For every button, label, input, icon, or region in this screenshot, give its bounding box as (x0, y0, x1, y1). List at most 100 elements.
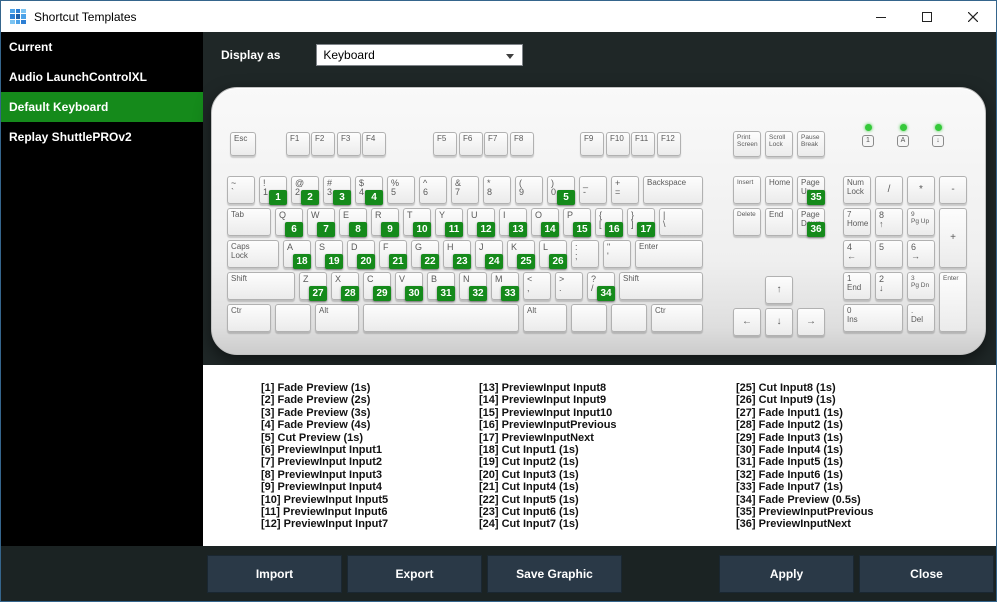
keyboard-key-7[interactable]: & 7 (451, 176, 479, 204)
keyboard-key-home[interactable]: Home (765, 176, 793, 204)
keyboard-key-enter[interactable]: Enter (939, 272, 967, 332)
keyboard-key-0-ins[interactable]: 0 Ins (843, 304, 903, 332)
keyboard-key-alt[interactable]: Alt (523, 304, 567, 332)
keyboard-key-[interactable]: → (797, 308, 825, 336)
keyboard-key-z[interactable]: Z 27 (299, 272, 327, 301)
keyboard-key-shift[interactable]: Shift (619, 272, 703, 300)
keyboard-key-f4[interactable]: F4 (362, 132, 386, 156)
keyboard-key-[interactable]: - (939, 176, 967, 204)
keyboard-key-y[interactable]: Y 11 (435, 208, 463, 237)
keyboard-key-0[interactable]: ) 05 (547, 176, 575, 205)
keyboard-key-6[interactable]: 6 → (907, 240, 935, 268)
keyboard-key-backspace[interactable]: Backspace (643, 176, 703, 204)
keyboard-key-num-lock[interactable]: Num Lock (843, 176, 871, 204)
keyboard-key-9[interactable]: ( 9 (515, 176, 543, 204)
keyboard-key-w[interactable]: W7 (307, 208, 335, 237)
keyboard-key-v[interactable]: V 30 (395, 272, 423, 301)
keyboard-key-[interactable]: | \ (659, 208, 703, 236)
keyboard-key[interactable] (363, 304, 519, 332)
keyboard-key-f[interactable]: F 21 (379, 240, 407, 269)
keyboard-key-o[interactable]: O 14 (531, 208, 559, 237)
keyboard-key-[interactable]: ~ ` (227, 176, 255, 204)
keyboard-key-[interactable]: > . (555, 272, 583, 300)
maximize-button[interactable] (904, 1, 950, 32)
close-button[interactable]: Close (859, 554, 994, 593)
keyboard-key-s[interactable]: S 19 (315, 240, 343, 269)
keyboard-key-5[interactable]: % 5 (387, 176, 415, 204)
keyboard-key-[interactable]: * (907, 176, 935, 204)
keyboard-key-3-pg-dn[interactable]: 3 Pg Dn (907, 272, 935, 300)
keyboard-key-f7[interactable]: F7 (484, 132, 508, 156)
keyboard-key-n[interactable]: N 32 (459, 272, 487, 301)
keyboard-key-[interactable]: + (939, 208, 967, 268)
keyboard-key-caps-lock[interactable]: Caps Lock (227, 240, 279, 268)
keyboard-key-2[interactable]: @ 22 (291, 176, 319, 205)
keyboard-key-[interactable]: < , (523, 272, 551, 300)
keyboard-key-[interactable]: ↓ (765, 308, 793, 336)
keyboard-key-4[interactable]: $ 44 (355, 176, 383, 205)
keyboard-key-c[interactable]: C 29 (363, 272, 391, 301)
keyboard-key-5[interactable]: 5 (875, 240, 903, 268)
keyboard-key-2[interactable]: 2 ↓ (875, 272, 903, 300)
keyboard-key-k[interactable]: K 25 (507, 240, 535, 269)
keyboard-key-[interactable]: + = (611, 176, 639, 204)
keyboard-key-f1[interactable]: F1 (286, 132, 310, 156)
keyboard-key-p[interactable]: P 15 (563, 208, 591, 237)
keyboard-key-l[interactable]: L 26 (539, 240, 567, 269)
keyboard-key-ctr[interactable]: Ctr (227, 304, 271, 332)
keyboard-key[interactable] (571, 304, 607, 332)
export-button[interactable]: Export (347, 554, 482, 593)
keyboard-key-d[interactable]: D 20 (347, 240, 375, 269)
keyboard-key-page-up[interactable]: Page Up35 (797, 176, 825, 205)
keyboard-key-r[interactable]: R9 (371, 208, 399, 237)
keyboard-key-u[interactable]: U 12 (467, 208, 495, 237)
keyboard-key-delete[interactable]: Delete (733, 208, 761, 236)
keyboard-key-del[interactable]: . Del (907, 304, 935, 332)
keyboard-key-f11[interactable]: F11 (631, 132, 655, 156)
keyboard-key-f10[interactable]: F10 (606, 132, 630, 156)
keyboard-key-tab[interactable]: Tab (227, 208, 271, 236)
keyboard-key-8[interactable]: * 8 (483, 176, 511, 204)
keyboard-key-1-end[interactable]: 1 End (843, 272, 871, 300)
keyboard-key-[interactable]: ← (733, 308, 761, 336)
keyboard-key-alt[interactable]: Alt (315, 304, 359, 332)
keyboard-key[interactable] (611, 304, 647, 332)
keyboard-key-enter[interactable]: Enter (635, 240, 703, 268)
keyboard-key-q[interactable]: Q6 (275, 208, 303, 237)
keyboard-key-j[interactable]: J 24 (475, 240, 503, 269)
keyboard-key-[interactable]: } ] 17 (627, 208, 655, 237)
import-button[interactable]: Import (207, 554, 342, 593)
keyboard-key-8[interactable]: 8 ↑ (875, 208, 903, 236)
sidebar-item-audio-launchcontrolxl[interactable]: Audio LaunchControlXL (1, 62, 203, 92)
keyboard-key-b[interactable]: B 31 (427, 272, 455, 301)
keyboard-key-page-down[interactable]: Page Down36 (797, 208, 825, 237)
keyboard-key-a[interactable]: A 18 (283, 240, 311, 269)
keyboard-key-x[interactable]: X 28 (331, 272, 359, 301)
keyboard-key-f3[interactable]: F3 (337, 132, 361, 156)
keyboard-key-f9[interactable]: F9 (580, 132, 604, 156)
keyboard-key-m[interactable]: M 33 (491, 272, 519, 301)
keyboard-key-[interactable]: / (875, 176, 903, 204)
keyboard-key-insert[interactable]: Insert (733, 176, 761, 204)
keyboard-key-pause-break[interactable]: Pause Break (797, 131, 825, 157)
display-as-select[interactable]: Keyboard (316, 43, 524, 66)
keyboard-key-ctr[interactable]: Ctr (651, 304, 703, 332)
keyboard-key[interactable] (275, 304, 311, 332)
keyboard-key-9-pg-up[interactable]: 9 Pg Up (907, 208, 935, 236)
keyboard-key-t[interactable]: T 10 (403, 208, 431, 237)
keyboard-key-end[interactable]: End (765, 208, 793, 236)
keyboard-key-[interactable]: ↑ (765, 276, 793, 304)
apply-button[interactable]: Apply (719, 554, 854, 593)
keyboard-key-[interactable]: " ' (603, 240, 631, 268)
keyboard-key-esc[interactable]: Esc (230, 132, 256, 156)
keyboard-key-h[interactable]: H 23 (443, 240, 471, 269)
keyboard-key-f12[interactable]: F12 (657, 132, 681, 156)
keyboard-key-3[interactable]: # 33 (323, 176, 351, 205)
close-button[interactable] (950, 1, 996, 32)
keyboard-key-[interactable]: ? /34 (587, 272, 615, 301)
keyboard-key-f8[interactable]: F8 (510, 132, 534, 156)
keyboard-key-6[interactable]: ^ 6 (419, 176, 447, 204)
keyboard-key-scroll-lock[interactable]: Scroll Lock (765, 131, 793, 157)
keyboard-key-[interactable]: { [16 (595, 208, 623, 237)
keyboard-key-[interactable]: _ - (579, 176, 607, 204)
